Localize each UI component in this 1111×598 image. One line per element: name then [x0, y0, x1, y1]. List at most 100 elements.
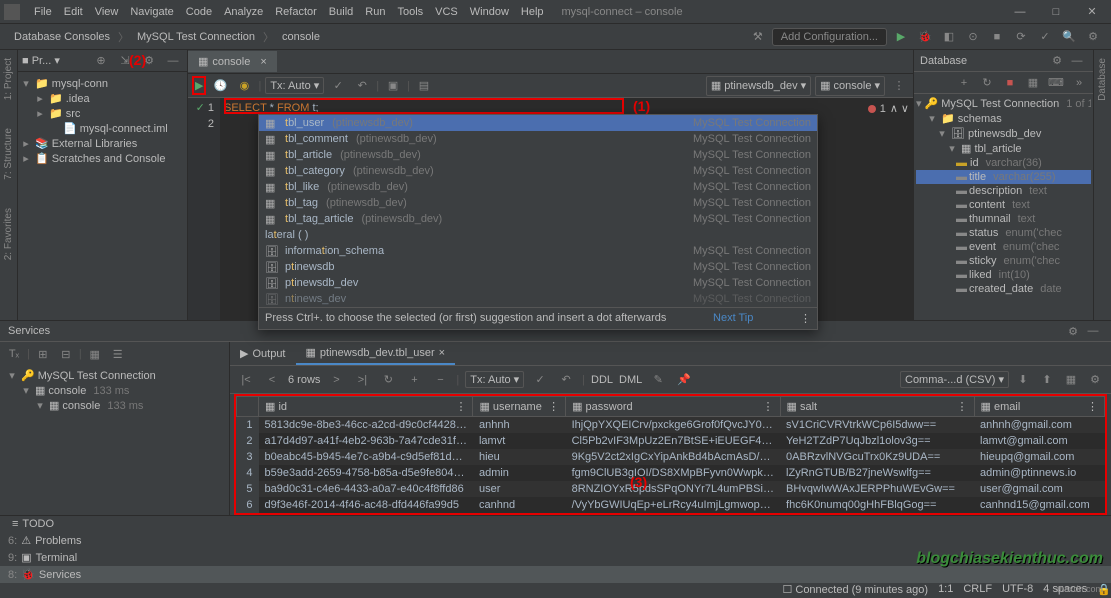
grid-cell[interactable]: b59e3add-2659-4758-b85a-d5e9fe804e89 [259, 465, 473, 481]
menu-run[interactable]: Run [359, 4, 391, 20]
svc-filter-icon[interactable]: ☰ [108, 344, 128, 364]
inspection-strip[interactable]: 1 ∧ ∨ [868, 102, 909, 115]
status-enc[interactable]: UTF-8 [1002, 583, 1033, 596]
rail-project[interactable]: 1: Project [3, 54, 14, 104]
grid-cell[interactable]: fgm9ClUB3gIOI/DS8XMpBFyvn0Wwpkxpk+KsrFi8… [566, 465, 780, 481]
completion-item[interactable]: ▦tbl_tag_article(ptinewsdb_dev)MySQL Tes… [259, 211, 817, 227]
col-header[interactable]: ▦ email ⋮ [974, 397, 1104, 417]
grid-cell[interactable]: BHvqwIwWAxJERPPhuWEvGw== [780, 481, 974, 497]
run-icon[interactable]: ▶ [891, 27, 911, 47]
grid-cell[interactable]: fhc6K0numq00gHhFBlqGog== [780, 497, 974, 513]
breadcrumb-2[interactable]: MySQL Test Connection [131, 29, 261, 45]
svc-expand-icon[interactable]: ⊞ [33, 344, 53, 364]
completion-item[interactable]: 🗄ptinewsdb_devMySQL Test Connection [259, 275, 817, 291]
grid-cell[interactable]: user@gmail.com [974, 481, 1104, 497]
project-root[interactable]: mysql-conn [52, 78, 108, 90]
ddl-button[interactable]: DDL [591, 374, 613, 386]
execute-button[interactable]: ▶ [192, 76, 206, 95]
grid-cell[interactable]: 0ABRzvlNVGcuTrx0Kz9UDA== [780, 449, 974, 465]
grid-view-icon[interactable]: ▦ [1061, 370, 1081, 390]
menu-window[interactable]: Window [464, 4, 515, 20]
grid-cell[interactable]: 5813dc9e-8be3-46cc-a2cd-d9c0cf442855 [259, 417, 473, 434]
db-tree-item[interactable]: ▾▦ tbl_article [916, 141, 1091, 156]
result-grid[interactable]: ▦ id ⋮▦ username ⋮▦ password ⋮▦ salt ⋮▦ … [230, 394, 1111, 515]
svc-tx-icon[interactable]: Tₓ [4, 344, 24, 364]
vcs-commit-icon[interactable]: ✓ [1035, 27, 1055, 47]
grid-rollback-icon[interactable]: ↶ [556, 370, 576, 390]
db-console-icon[interactable]: ⌨ [1046, 73, 1066, 93]
svc-gear-icon[interactable]: ⚙ [1063, 321, 1083, 341]
db-tree-item[interactable]: ▬ titlevarchar(255) [916, 170, 1091, 184]
minimize-icon[interactable]: — [1005, 2, 1035, 22]
grid-cell[interactable]: admin@ptinnews.io [974, 465, 1104, 481]
profile-icon[interactable]: ⊙ [963, 27, 983, 47]
menu-tools[interactable]: Tools [391, 4, 429, 20]
add-configuration-button[interactable]: Add Configuration... [772, 28, 887, 46]
project-item[interactable]: ▸📁src [20, 106, 185, 121]
grid-cell[interactable]: lamvt [473, 433, 566, 449]
grid-cell[interactable]: d9f3e46f-2014-4f46-ac48-dfd446fa99d5 [259, 497, 473, 513]
svc-hide-icon[interactable]: — [1083, 321, 1103, 341]
db-tree-item[interactable]: ▬ stickyenum('chec [916, 254, 1091, 268]
svc-collapse-icon[interactable]: ⊟ [56, 344, 76, 364]
breadcrumb-3[interactable]: console [276, 29, 326, 45]
rail-database[interactable]: Database [1097, 54, 1108, 105]
grid-cell[interactable]: 9Kg5V2ct2xIgCxYipAnkBd4bAcmAsD/1ZXVQgZcP… [566, 449, 780, 465]
export-combo[interactable]: Comma-...d (CSV) ▾ [900, 371, 1009, 388]
grid-cell[interactable]: 8RNZIOYxR5pdsSPqONYr7L4umPBSiQlzL7v5wcgJ… [566, 481, 780, 497]
menu-analyze[interactable]: Analyze [218, 4, 269, 20]
grid-cell[interactable]: canhnd [473, 497, 566, 513]
grid-tx-combo[interactable]: Tx: Auto ▾ [465, 371, 524, 388]
col-header[interactable]: ▦ id ⋮ [259, 397, 473, 417]
svc-grid-icon[interactable]: ▦ [85, 344, 105, 364]
debug-icon[interactable]: 🐞 [915, 27, 935, 47]
rail-structure[interactable]: 7: Structure [3, 124, 14, 184]
grid-cell[interactable]: hieupq@gmail.com [974, 449, 1104, 465]
database-tree[interactable]: ▾🔑MySQL Test Connection1 of 11 ▾📁 schema… [914, 94, 1093, 298]
menu-code[interactable]: Code [180, 4, 218, 20]
upload-icon[interactable]: ⬆ [1037, 370, 1057, 390]
db-tree-item[interactable]: ▬ eventenum('chec [916, 240, 1091, 254]
grid-cell[interactable]: YeH2TZdP7UqJbzl1olov3g== [780, 433, 974, 449]
grid-cell[interactable]: hieu [473, 449, 566, 465]
db-tree-item[interactable]: ▬ descriptiontext [916, 184, 1091, 198]
completion-item[interactable]: ▦tbl_tag(ptinewsdb_dev)MySQL Test Connec… [259, 195, 817, 211]
menu-file[interactable]: File [28, 4, 58, 20]
status-crlf[interactable]: CRLF [963, 583, 992, 596]
btm-services[interactable]: 8:🐞Services [0, 566, 1111, 583]
menu-help[interactable]: Help [515, 4, 550, 20]
db-stop-icon[interactable]: ■ [1000, 73, 1020, 93]
last-page-icon[interactable]: >| [352, 370, 372, 390]
settings-icon[interactable]: ⚙ [1083, 27, 1103, 47]
db-tree-item[interactable]: ▬ statusenum('chec [916, 226, 1091, 240]
maximize-icon[interactable]: □ [1041, 2, 1071, 22]
grid-cell[interactable]: anhnh [473, 417, 566, 434]
completion-item[interactable]: ▦tbl_like(ptinewsdb_dev)MySQL Test Conne… [259, 179, 817, 195]
completion-item[interactable]: ▦tbl_article(ptinewsdb_dev)MySQL Test Co… [259, 147, 817, 163]
schema-combo[interactable]: ▦ ptinewsdb_dev ▾ [706, 76, 811, 96]
grid-cell[interactable]: user [473, 481, 566, 497]
dml-button[interactable]: DML [619, 374, 642, 386]
menu-vcs[interactable]: VCS [429, 4, 464, 20]
rail-favorites[interactable]: 2: Favorites [3, 204, 14, 264]
view-icon[interactable]: ▤ [414, 76, 434, 96]
reload-icon[interactable]: ↻ [378, 370, 398, 390]
project-item[interactable]: ▸📁.idea [20, 91, 185, 106]
select-opened-icon[interactable]: ⊕ [91, 51, 111, 71]
breadcrumb-1[interactable]: Database Consoles [8, 29, 116, 45]
menu-view[interactable]: View [89, 4, 125, 20]
tab-output[interactable]: ▶Output [230, 343, 296, 364]
db-tree-item[interactable]: ▾📁 schemas [916, 111, 1091, 126]
close-icon[interactable]: ✕ [1077, 2, 1107, 22]
wand-icon[interactable]: ✎ [648, 370, 668, 390]
completion-item[interactable]: 🗄ntinews_devMySQL Test Connection [259, 291, 817, 307]
completion-item[interactable]: ▦tbl_user(ptinewsdb_dev)MySQL Test Conne… [259, 115, 817, 131]
db-hide-icon[interactable]: — [1067, 51, 1087, 71]
first-page-icon[interactable]: |< [236, 370, 256, 390]
col-header[interactable]: ▦ username ⋮ [473, 397, 566, 417]
grid-cell[interactable]: admin [473, 465, 566, 481]
pin-icon[interactable]: 📌 [674, 370, 694, 390]
grid-cell[interactable]: /VyYbGWIUqEp+eLrRcy4uImjLgmwopeIygi5yVaA… [566, 497, 780, 513]
hide-icon[interactable]: — [163, 51, 183, 71]
completion-item[interactable]: 🗄information_schemaMySQL Test Connection [259, 243, 817, 259]
